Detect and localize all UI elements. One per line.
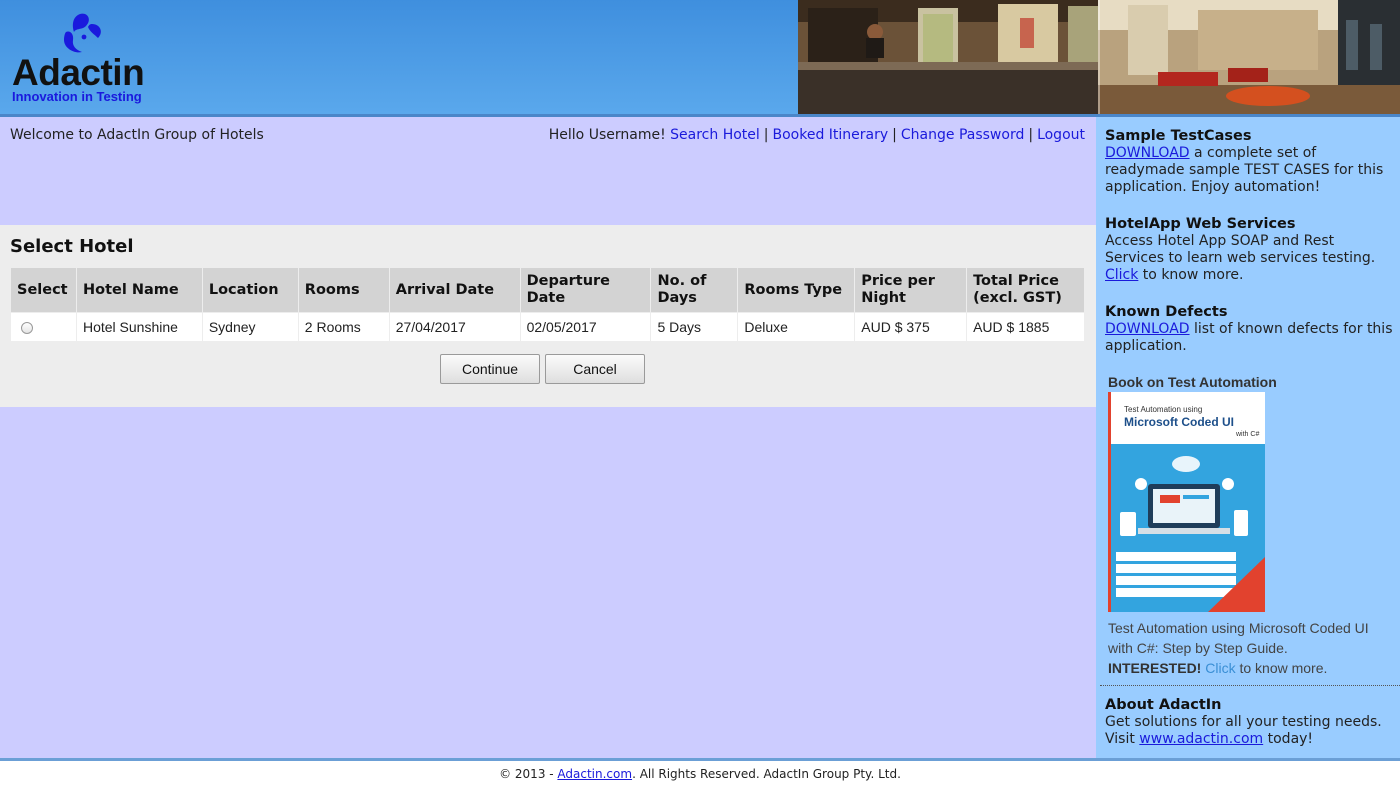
room-type-cell: Deluxe [738,313,855,341]
table-header-row: Select Hotel Name Location Rooms Arrival… [11,268,1084,312]
column-header: Departure Date [520,268,651,312]
known-defects-section: Known Defects DOWNLOAD list of known def… [1105,304,1395,355]
section-text: Access Hotel App SOAP and Rest Services … [1105,233,1376,266]
book-text-after: to know more. [1235,660,1328,676]
book-section-title: Book on Test Automation [1108,374,1277,390]
book-cover-line3: with C# [1235,431,1259,438]
section-title: HotelApp Web Services [1105,216,1296,232]
sample-testcases-section: Sample TestCases DOWNLOAD a complete set… [1105,128,1395,196]
price-per-night-cell: AUD $ 375 [855,313,967,341]
footer: © 2013 - Adactin.com. All Rights Reserve… [0,758,1400,800]
book-cover-line1: Test Automation using [1124,405,1202,414]
copyright-text: © 2013 - Adactin.com. All Rights Reserve… [0,767,1400,781]
booked-itinerary-link[interactable]: Booked Itinerary [773,127,889,143]
adactin-website-link[interactable]: www.adactin.com [1139,731,1263,747]
table-row: Hotel Sunshine Sydney 2 Rooms 27/04/2017… [11,313,1084,341]
select-hotel-panel: Select Hotel Select Hotel Name Location … [0,225,1096,407]
column-header: Total Price (excl. GST) [967,268,1084,312]
copyright-suffix: . All Rights Reserved. AdactIn Group Pty… [632,767,901,781]
hotel-results-table: Select Hotel Name Location Rooms Arrival… [10,267,1085,342]
section-title: Known Defects [1105,304,1228,320]
select-hotel-radio[interactable] [21,322,33,335]
departure-date-cell: 02/05/2017 [520,313,651,341]
location-cell: Sydney [202,313,298,341]
footer-adactin-link[interactable]: Adactin.com [557,767,632,781]
download-testcases-link[interactable]: DOWNLOAD [1105,145,1190,161]
column-header: No. of Days [651,268,738,312]
book-cover-image[interactable]: Test Automation using Microsoft Coded UI… [1108,392,1265,612]
column-header: Rooms Type [738,268,855,312]
select-cell [11,313,76,341]
change-password-link[interactable]: Change Password [901,127,1024,143]
column-header: Rooms [298,268,389,312]
hotel-name-cell: Hotel Sunshine [76,313,202,341]
interested-label: INTERESTED! [1108,660,1202,676]
section-text: to know more. [1138,267,1244,283]
nav-separator: | [1028,127,1034,143]
arrival-date-cell: 27/04/2017 [389,313,520,341]
web-services-section: HotelApp Web Services Access Hotel App S… [1105,216,1395,284]
total-price-cell: AUD $ 1885 [967,313,1084,341]
hotel-lobby-banner-image [798,0,1400,114]
column-header: Arrival Date [389,268,520,312]
welcome-message: Welcome to AdactIn Group of Hotels [10,127,264,143]
book-cover-line2: Microsoft Coded UI [1124,415,1234,429]
sidebar-divider [1100,685,1400,686]
section-title: Sample TestCases [1105,128,1252,144]
copyright-prefix: © 2013 - [499,767,558,781]
logout-link[interactable]: Logout [1037,127,1085,143]
nav-separator: | [892,127,897,143]
logo-tagline: Innovation in Testing [12,89,142,104]
lobby-illustration [798,0,1400,114]
section-title: About AdactIn [1105,697,1222,713]
section-text: today! [1263,731,1314,747]
column-header: Price per Night [855,268,967,312]
main-content: Welcome to AdactIn Group of Hotels Hello… [0,117,1096,758]
about-section: About AdactIn Get solutions for all your… [1105,697,1395,748]
rooms-cell: 2 Rooms [298,313,389,341]
days-cell: 5 Days [651,313,738,341]
header: Adactin Innovation in Testing [0,0,1400,117]
greeting: Hello Username! [548,127,666,143]
cancel-button[interactable]: Cancel [545,354,645,384]
continue-button[interactable]: Continue [440,354,540,384]
book-click-link[interactable]: Click [1205,660,1235,676]
download-defects-link[interactable]: DOWNLOAD [1105,321,1190,337]
column-header: Location [202,268,298,312]
book-description: Test Automation using Microsoft Coded UI… [1108,618,1393,678]
nav-separator: | [763,127,769,143]
sidebar: Sample TestCases DOWNLOAD a complete set… [1096,117,1400,758]
search-hotel-link[interactable]: Search Hotel [670,127,760,143]
top-navigation: Hello Username! Search Hotel | Booked Itin… [549,127,1085,143]
page-title: Select Hotel [10,236,134,257]
book-cover-art: Test Automation using Microsoft Coded UI… [1108,392,1265,612]
logo-wordmark: Adactin [12,52,145,93]
book-description-text: Test Automation using Microsoft Coded UI… [1108,620,1369,656]
column-header: Select [11,268,76,312]
web-services-click-link[interactable]: Click [1105,267,1138,283]
adactin-logo[interactable]: Adactin Innovation in Testing [10,8,160,108]
column-header: Hotel Name [76,268,202,312]
